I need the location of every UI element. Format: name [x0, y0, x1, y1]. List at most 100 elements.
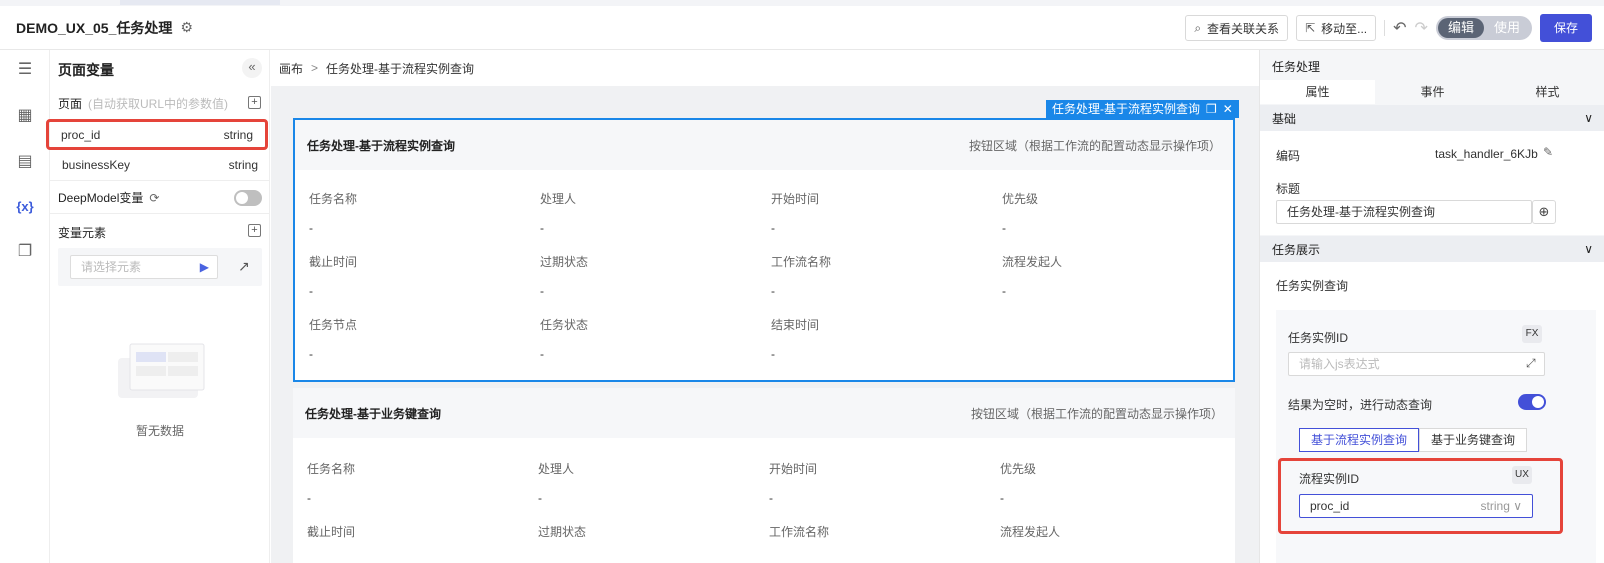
- empty-illustration-icon: [118, 343, 205, 398]
- field-value: -: [309, 284, 313, 298]
- save-button[interactable]: 保存: [1539, 14, 1592, 42]
- tab-events[interactable]: 事件: [1375, 80, 1490, 104]
- gear-icon[interactable]: ⚙: [180, 19, 193, 36]
- field-value: -: [1000, 491, 1004, 505]
- field-start-time: 开始时间 -: [771, 190, 819, 235]
- view-relations-button[interactable]: ⌕ 查看关联关系: [1185, 15, 1289, 41]
- field-task-status: 任务状态 -: [540, 316, 588, 361]
- header-divider: [1384, 20, 1386, 36]
- app-title: DEMO_UX_05_任务处理: [16, 19, 173, 36]
- var-row-businesskey[interactable]: businessKey string: [50, 150, 270, 181]
- var-row-proc-id[interactable]: proc_id string: [46, 119, 268, 150]
- field-workflow-name: 工作流名称: [769, 523, 829, 540]
- element-select-wrap: 请选择元素 ▶ ↗: [58, 248, 262, 286]
- element-select-placeholder: 请选择元素: [81, 260, 142, 274]
- collapse-icon[interactable]: «: [242, 58, 262, 78]
- field-value: -: [771, 284, 775, 298]
- panel-title: 页面变量: [58, 62, 114, 78]
- section-task-display[interactable]: 任务展示 ∨: [1260, 236, 1604, 262]
- table-icon[interactable]: ▤: [14, 150, 36, 172]
- radio-process-instance[interactable]: 基于流程实例查询: [1299, 428, 1420, 452]
- field-value: -: [769, 491, 773, 505]
- active-tab-indicator: [120, 0, 280, 5]
- empty-text: 暂无数据: [135, 424, 184, 438]
- task-card-process[interactable]: 任务处理-基于流程实例查询 按钮区域（根据工作流的配置动态显示操作项） 任务名称…: [293, 118, 1235, 382]
- field-expiry-status: 过期状态: [538, 523, 586, 540]
- var-type: string: [228, 158, 258, 172]
- tree-icon[interactable]: ☰: [14, 58, 36, 80]
- breadcrumb-root[interactable]: 画布: [279, 60, 303, 77]
- radio-business-key[interactable]: 基于业务键查询: [1419, 428, 1528, 452]
- copy-icon[interactable]: ❐: [1206, 100, 1217, 118]
- var-type: string: [223, 127, 253, 142]
- variable-icon[interactable]: {x}: [14, 195, 36, 217]
- code-label: 编码: [1276, 149, 1301, 163]
- instance-query-label: 任务实例查询: [1276, 279, 1349, 293]
- copy-icon[interactable]: ❐: [14, 240, 36, 262]
- selected-component-tag: 任务处理-基于流程实例查询 ❐ ✕: [1046, 100, 1239, 118]
- mode-use[interactable]: 使用: [1484, 18, 1530, 38]
- chevron-down-icon: ∨: [1584, 242, 1593, 256]
- top-header: DEMO_UX_05_任务处理 ⚙ ⌕ 查看关联关系 ⇱ 移动至... ↶ ↷ …: [0, 6, 1604, 50]
- section-basic[interactable]: 基础 ∨: [1260, 105, 1604, 131]
- element-select[interactable]: 请选择元素 ▶: [70, 255, 218, 279]
- field-value: -: [309, 221, 313, 235]
- page-section-hint: (自动获取URL中的参数值): [88, 97, 229, 111]
- mode-toggle[interactable]: 编辑 使用: [1435, 16, 1532, 40]
- refresh-icon[interactable]: ⟳: [149, 191, 159, 205]
- breadcrumb: 画布 > 任务处理-基于流程实例查询: [271, 50, 1259, 86]
- title-input[interactable]: 任务处理-基于流程实例查询: [1276, 200, 1532, 224]
- fx-badge[interactable]: FX: [1522, 325, 1542, 343]
- task-card-business-key[interactable]: 任务处理-基于业务键查询 按钮区域（根据工作流的配置动态显示操作项） 任务名称 -…: [293, 388, 1235, 563]
- move-to-button[interactable]: ⇱ 移动至...: [1296, 15, 1377, 41]
- js-expression-input[interactable]: 请输入js表达式: [1288, 352, 1545, 376]
- code-value: task_handler_6KJb: [1435, 147, 1538, 161]
- field-label: 任务名称: [309, 192, 358, 206]
- field-priority: 优先级 -: [1002, 190, 1038, 235]
- field-task-name: 任务名称 -: [307, 460, 355, 505]
- page-section-label: 页面: [58, 97, 83, 111]
- canvas-area: 画布 > 任务处理-基于流程实例查询 任务处理-基于流程实例查询 ❐ ✕ 任务处…: [271, 50, 1259, 563]
- globe-icon[interactable]: ⊕: [1532, 200, 1556, 224]
- field-initiator: 流程发起人 -: [1002, 253, 1062, 298]
- dynamic-query-toggle[interactable]: [1518, 394, 1546, 410]
- field-label: 结束时间: [771, 318, 820, 332]
- search-doc-icon: ⌕: [1194, 20, 1202, 35]
- field-priority: 优先级 -: [1000, 460, 1036, 505]
- property-tabs: 属性 事件 样式: [1260, 80, 1604, 104]
- mode-edit[interactable]: 编辑: [1437, 18, 1484, 38]
- field-value: -: [307, 491, 311, 505]
- add-element-icon[interactable]: +: [248, 224, 261, 237]
- field-handler: 处理人 -: [540, 190, 576, 235]
- field-label: 任务状态: [540, 318, 589, 332]
- field-label: 截止时间: [309, 255, 358, 269]
- var-name: businessKey: [62, 158, 131, 172]
- chevron-down-icon: ∨: [1584, 111, 1593, 125]
- icon-rail: ☰ ▦ ▤ {x} ❐: [0, 50, 50, 563]
- field-label: 任务名称: [307, 462, 356, 476]
- field-label: 过期状态: [538, 525, 587, 539]
- field-label: 任务节点: [309, 318, 358, 332]
- section-task-display-label: 任务展示: [1272, 242, 1321, 257]
- tab-styles[interactable]: 样式: [1490, 80, 1604, 104]
- close-icon[interactable]: ✕: [1223, 100, 1233, 118]
- field-label: 过期状态: [540, 255, 589, 269]
- query-mode-radio: 基于流程实例查询 基于业务键查询: [1299, 428, 1528, 452]
- field-label: 流程发起人: [1000, 525, 1061, 539]
- grid-icon[interactable]: ▦: [14, 104, 36, 126]
- tab-properties[interactable]: 属性: [1260, 80, 1375, 104]
- field-label: 开始时间: [771, 192, 820, 206]
- panel-title: 任务处理: [1272, 60, 1321, 74]
- undo-icon[interactable]: ↶: [1393, 18, 1406, 38]
- pick-element-icon[interactable]: ▶: [200, 256, 209, 278]
- field-value: -: [309, 347, 313, 361]
- add-page-var-icon[interactable]: +: [248, 96, 261, 109]
- field-label: 处理人: [540, 192, 577, 206]
- redo-icon[interactable]: ↷: [1415, 18, 1428, 38]
- field-label: 优先级: [1000, 462, 1037, 476]
- share-icon[interactable]: ↗: [238, 258, 250, 275]
- deepmodel-toggle[interactable]: [234, 190, 262, 206]
- expand-icon[interactable]: ⤢: [1526, 356, 1536, 371]
- field-task-node: 任务节点 -: [309, 316, 357, 361]
- edit-icon[interactable]: ✎: [1543, 145, 1553, 159]
